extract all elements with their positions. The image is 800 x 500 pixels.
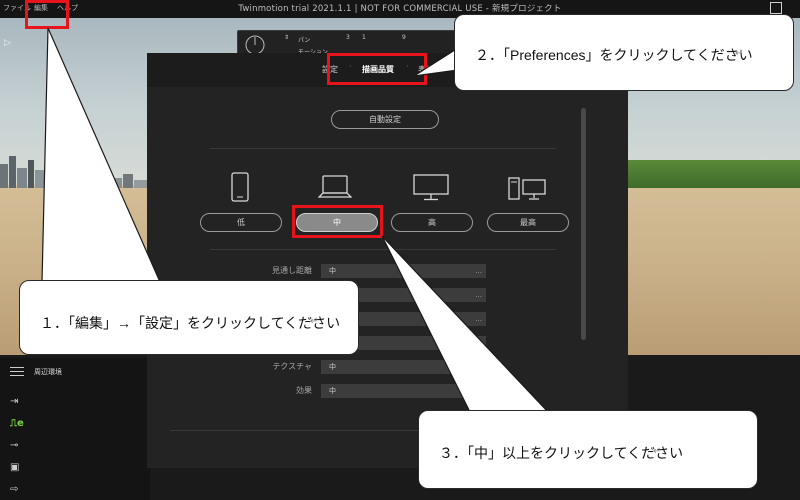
callout-step-1-text: １．「編集」→「設定」をクリックしてください (40, 315, 341, 331)
return-mark: ↵ (310, 316, 319, 327)
return-mark: ↵ (735, 48, 744, 59)
callout-step-2-text: ２．「Preferences」をクリックしてください (475, 47, 753, 63)
callout-step-1: １．「編集」→「設定」をクリックしてください ↵ (19, 280, 359, 355)
callout-step-2: ２．「Preferences」をクリックしてください ↵ (454, 14, 794, 91)
callout-step-3-text: ３．「中」以上をクリックしてください (439, 445, 684, 461)
return-mark: ↵ (653, 446, 662, 457)
callout-step-3: ３．「中」以上をクリックしてください ↵ (418, 410, 758, 489)
